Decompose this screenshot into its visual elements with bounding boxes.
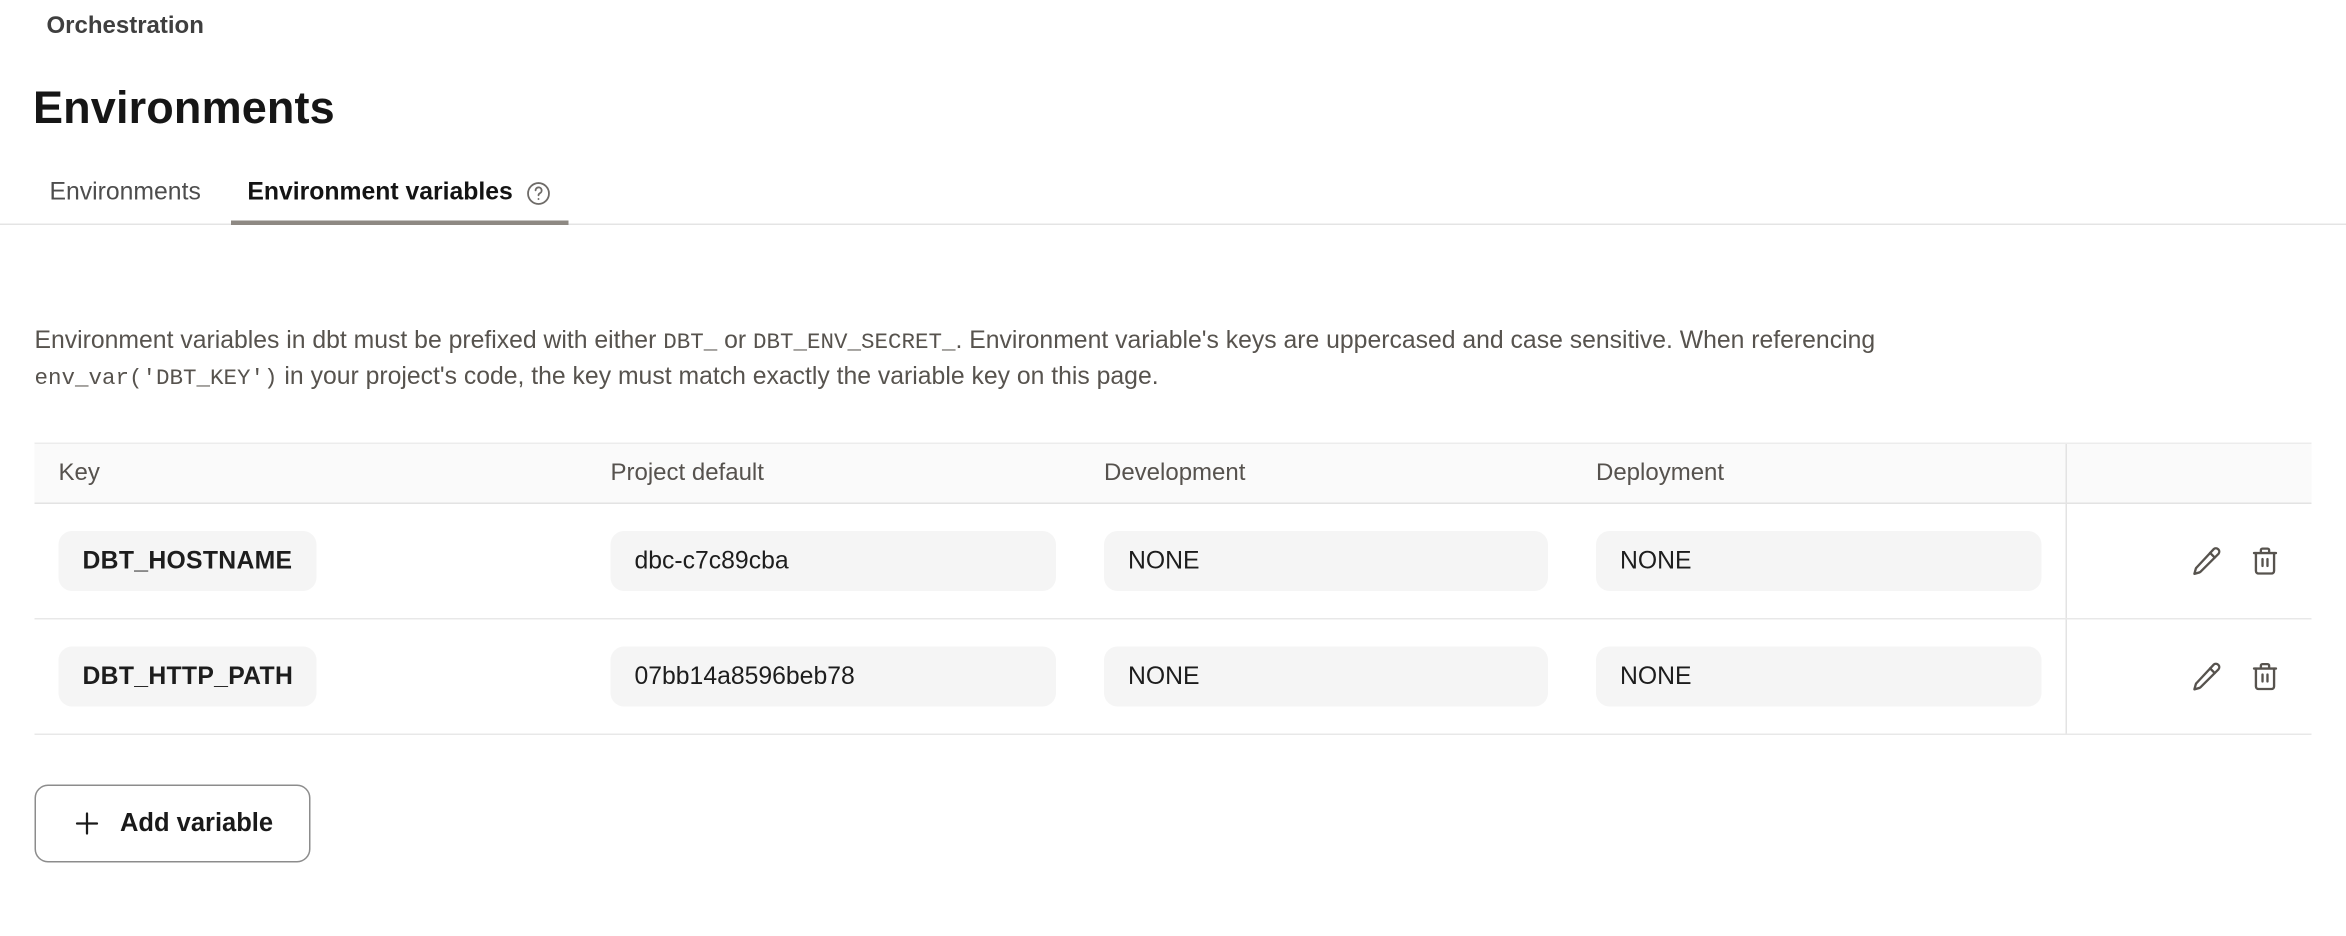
add-variable-label: Add variable (120, 809, 273, 839)
description: Environment variables in dbt must be pre… (35, 324, 2135, 396)
column-header-deployment: Deployment (1572, 460, 2066, 487)
breadcrumb: Orchestration (47, 12, 2346, 41)
page-title: Environments (33, 83, 2346, 137)
plus-icon (72, 809, 102, 839)
pencil-icon (2190, 660, 2223, 693)
delete-variable-button[interactable] (2249, 545, 2282, 578)
development-chip: NONE (1104, 647, 1548, 707)
trash-icon (2249, 660, 2282, 693)
edit-variable-button[interactable] (2190, 545, 2223, 578)
column-header-key: Key (35, 460, 587, 487)
variable-key-chip: DBT_HTTP_PATH (59, 647, 318, 707)
column-header-project-default: Project default (587, 460, 1081, 487)
trash-icon (2249, 545, 2282, 578)
tab-bar: Environments Environment variables (0, 170, 2346, 226)
help-icon[interactable] (525, 179, 552, 206)
pencil-icon (2190, 545, 2223, 578)
table-row: DBT_HTTP_PATH 07bb14a8596beb78 NONE NONE (35, 620, 2312, 736)
deployment-chip: NONE (1596, 531, 2042, 591)
tab-environment-variables-label: Environment variables (247, 179, 512, 208)
project-default-chip: dbc-c7c89cba (611, 531, 1057, 591)
development-chip: NONE (1104, 531, 1548, 591)
column-header-actions (2066, 444, 2312, 503)
variable-key-chip: DBT_HOSTNAME (59, 531, 317, 591)
deployment-chip: NONE (1596, 647, 2042, 707)
tab-environments-label: Environments (50, 179, 201, 208)
table-body: DBT_HOSTNAME dbc-c7c89cba NONE NONE (35, 504, 2312, 735)
table-header-row: Key Project default Development Deployme… (35, 444, 2312, 504)
tab-environment-variables[interactable]: Environment variables (231, 170, 568, 226)
edit-variable-button[interactable] (2190, 660, 2223, 693)
delete-variable-button[interactable] (2249, 660, 2282, 693)
column-header-development: Development (1080, 460, 1572, 487)
table-row: DBT_HOSTNAME dbc-c7c89cba NONE NONE (35, 504, 2312, 620)
page: Orchestration Environments Environments … (0, 12, 2346, 936)
add-variable-button[interactable]: Add variable (35, 785, 311, 863)
project-default-chip: 07bb14a8596beb78 (611, 647, 1057, 707)
tab-environments[interactable]: Environments (33, 170, 217, 226)
environment-variables-table: Key Project default Development Deployme… (35, 443, 2312, 736)
